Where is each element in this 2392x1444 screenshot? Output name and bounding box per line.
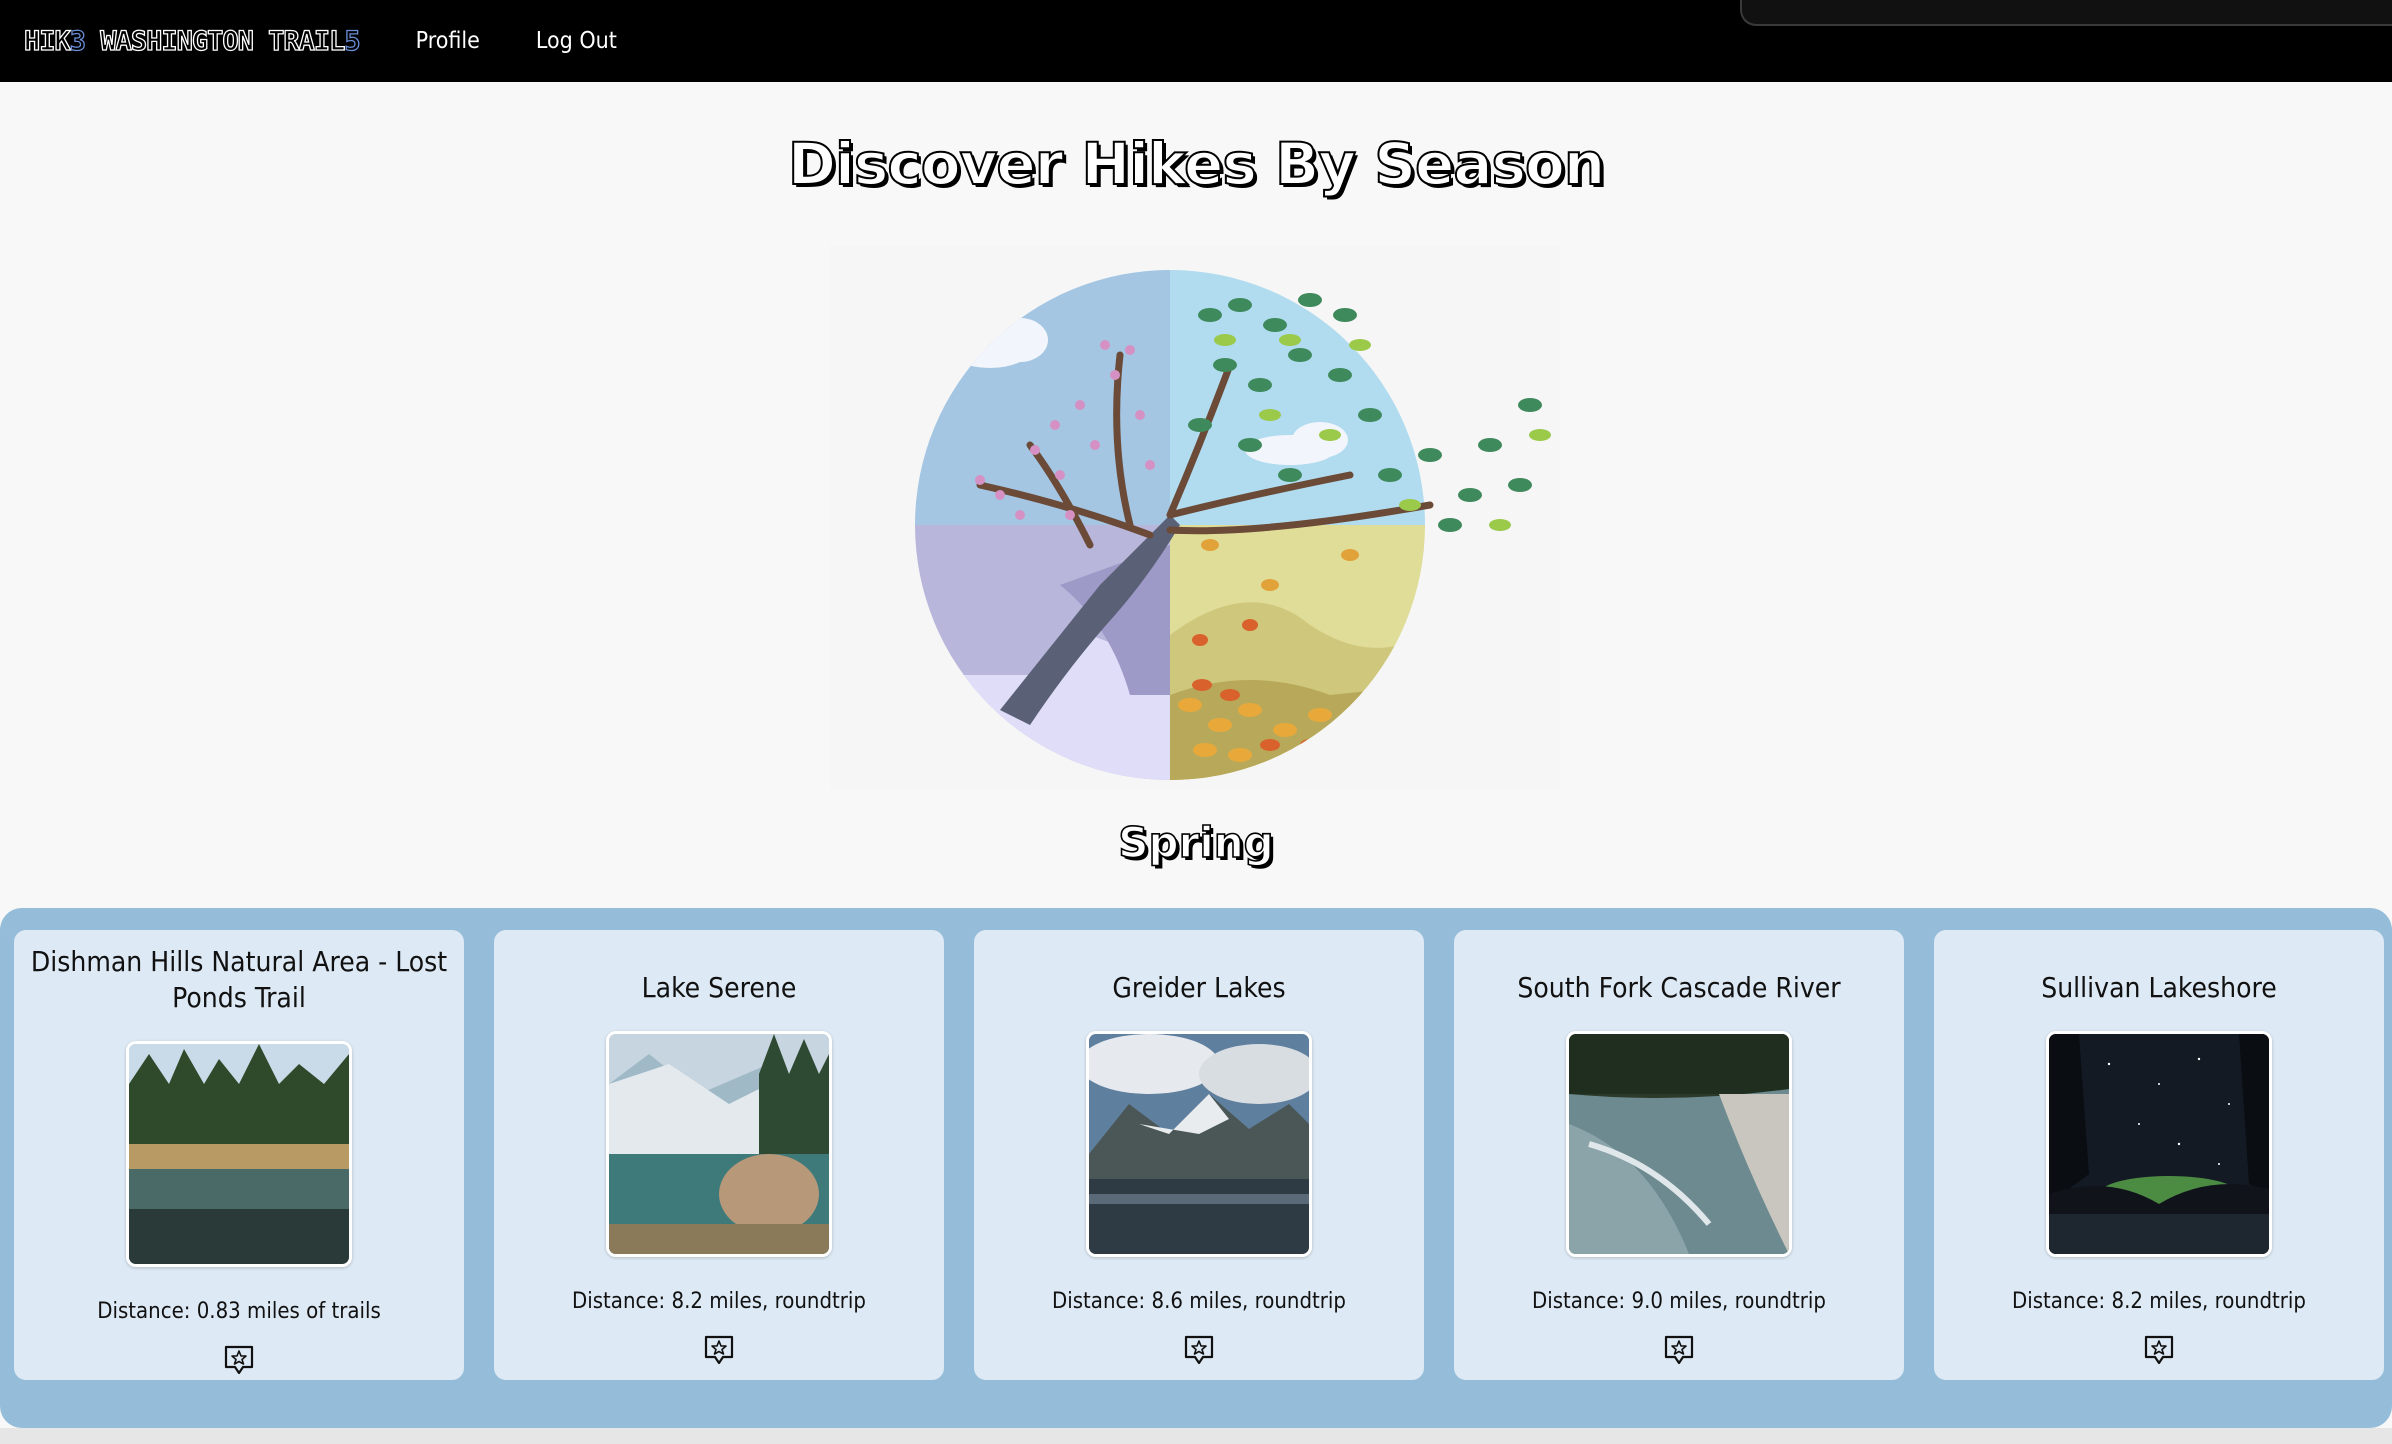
trail-card[interactable]: Sullivan Lakeshore Distance: 8.2 miles, … bbox=[1934, 930, 2384, 1380]
trail-card-title[interactable]: Lake Serene bbox=[628, 970, 811, 1006]
page-title: Discover Hikes By Season bbox=[787, 129, 1606, 199]
window-bottom-edge bbox=[0, 1428, 2392, 1444]
season-wheel-illustration bbox=[830, 245, 1560, 790]
navbar-search-field[interactable] bbox=[1740, 0, 2392, 26]
brand-text-3: WASHINGTON TRAIL bbox=[85, 25, 346, 57]
trail-card[interactable]: South Fork Cascade River Distance: 9.0 m… bbox=[1454, 930, 1904, 1380]
trail-card-distance: Distance: 8.2 miles, roundtrip bbox=[2012, 1289, 2306, 1314]
trail-card-title[interactable]: Dishman Hills Natural Area - Lost Ponds … bbox=[14, 944, 464, 1016]
trail-card-distance: Distance: 0.83 miles of trails bbox=[97, 1299, 381, 1324]
trail-card-title[interactable]: Sullivan Lakeshore bbox=[2027, 970, 2291, 1006]
trail-card-distance: Distance: 8.2 miles, roundtrip bbox=[572, 1289, 866, 1314]
brand-logo[interactable]: HIK3 WASHINGTON TRAIL5 bbox=[23, 25, 362, 57]
favorite-badge-icon[interactable] bbox=[701, 1332, 737, 1368]
brand-text-1: HIK bbox=[23, 25, 71, 57]
trail-card-image[interactable] bbox=[126, 1041, 352, 1267]
nav-profile-link[interactable]: Profile bbox=[416, 28, 480, 54]
favorite-badge-icon[interactable] bbox=[221, 1342, 257, 1378]
trail-card[interactable]: Dishman Hills Natural Area - Lost Ponds … bbox=[14, 930, 464, 1380]
trail-card-image[interactable] bbox=[2046, 1031, 2272, 1257]
season-wheel[interactable] bbox=[830, 245, 1560, 790]
trail-card[interactable]: Lake Serene Distance: 8.2 miles, roundtr… bbox=[494, 930, 944, 1380]
trail-card-distance: Distance: 8.6 miles, roundtrip bbox=[1052, 1289, 1346, 1314]
navbar: HIK3 WASHINGTON TRAIL5 Profile Log Out bbox=[0, 0, 2392, 82]
brand-text-4: 5 bbox=[344, 25, 362, 57]
trail-card-distance: Distance: 9.0 miles, roundtrip bbox=[1532, 1289, 1826, 1314]
favorite-badge-icon[interactable] bbox=[1181, 1332, 1217, 1368]
favorite-badge-icon[interactable] bbox=[1661, 1332, 1697, 1368]
trail-card-title[interactable]: Greider Lakes bbox=[1098, 970, 1299, 1006]
selected-season-label: Spring bbox=[1117, 817, 1274, 868]
favorite-badge-icon[interactable] bbox=[2141, 1332, 2177, 1368]
trail-card-title[interactable]: South Fork Cascade River bbox=[1503, 970, 1854, 1006]
trail-card[interactable]: Greider Lakes Distance: 8.6 miles, round… bbox=[974, 930, 1424, 1380]
trail-card-image[interactable] bbox=[1566, 1031, 1792, 1257]
nav-logout-link[interactable]: Log Out bbox=[536, 28, 617, 54]
trail-card-strip: Dishman Hills Natural Area - Lost Ponds … bbox=[0, 908, 2392, 1428]
trail-card-image[interactable] bbox=[1086, 1031, 1312, 1257]
trail-card-image[interactable] bbox=[606, 1031, 832, 1257]
brand-text-2: 3 bbox=[69, 25, 87, 57]
